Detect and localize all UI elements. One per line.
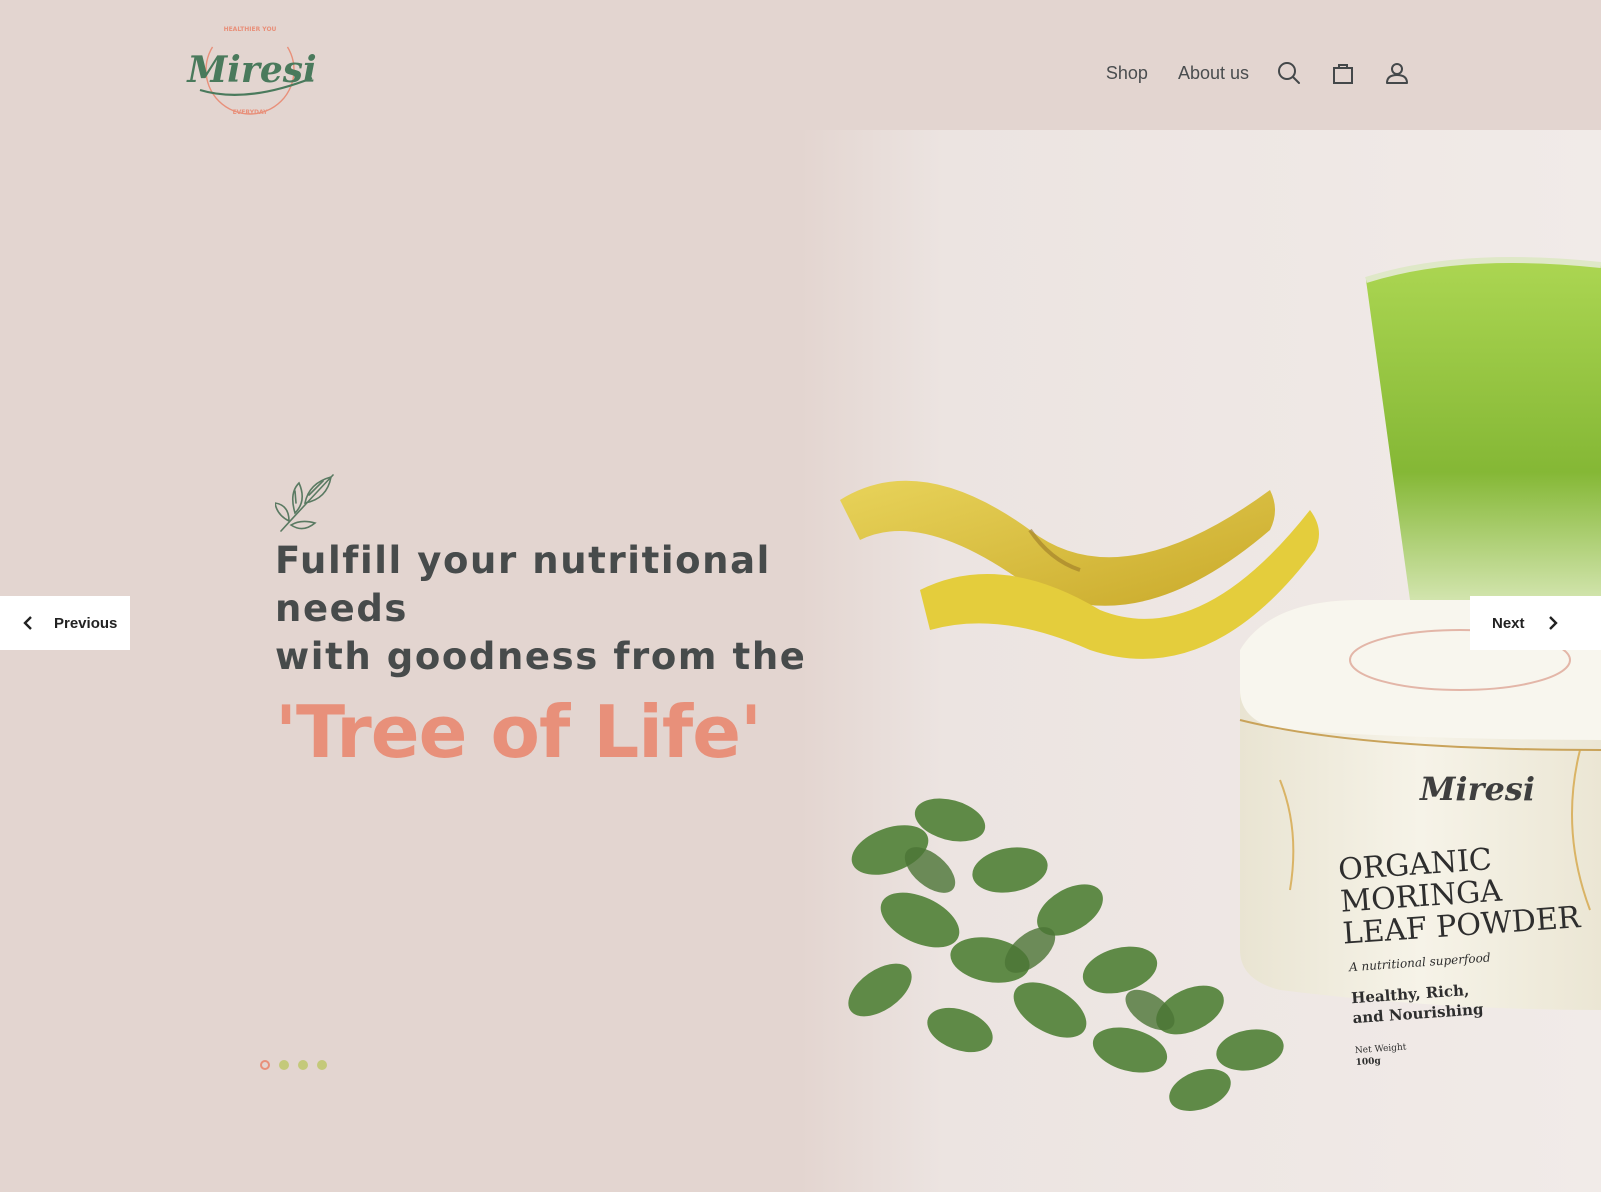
carousel-dot-1[interactable] xyxy=(260,1060,270,1070)
chevron-right-icon xyxy=(1548,616,1558,630)
carousel-dot-4[interactable] xyxy=(317,1060,327,1070)
carousel-dots xyxy=(260,1060,336,1070)
tin-label-weight-value: 100g xyxy=(1355,1056,1381,1068)
logo-wordmark: Miresi xyxy=(186,49,317,91)
tin-brand-text: Miresi xyxy=(1419,770,1535,808)
next-slide-button[interactable]: Next xyxy=(1470,596,1601,650)
search-icon[interactable] xyxy=(1275,59,1303,87)
carousel-dot-2[interactable] xyxy=(279,1060,289,1070)
next-label: Next xyxy=(1492,614,1525,632)
carousel-dot-3[interactable] xyxy=(298,1060,308,1070)
hero-product-image: Miresi ORGANIC MORINGA LEAF POWDER A nut… xyxy=(800,130,1601,1192)
hero-highlight: 'Tree of Life' xyxy=(275,690,762,774)
site-header: HEALTHIER YOU EVERYDAY Miresi Shop About… xyxy=(0,0,1601,150)
hero-headline-line2: with goodness from the xyxy=(275,635,807,678)
leaf-icon xyxy=(275,474,334,532)
main-nav: Shop About us xyxy=(1106,55,1411,91)
cart-icon[interactable] xyxy=(1329,59,1357,87)
previous-label: Previous xyxy=(54,614,118,632)
hero-text-block: Fulfill your nutritional needs with good… xyxy=(275,473,895,777)
nav-shop-link[interactable]: Shop xyxy=(1106,63,1148,84)
brand-logo[interactable]: HEALTHIER YOU EVERYDAY Miresi xyxy=(186,20,318,120)
nav-about-link[interactable]: About us xyxy=(1178,63,1249,84)
chevron-left-icon xyxy=(23,616,32,630)
hero-headline: Fulfill your nutritional needs with good… xyxy=(275,537,895,681)
hero-headline-line1: Fulfill your nutritional needs xyxy=(275,539,771,630)
account-icon[interactable] xyxy=(1383,59,1411,87)
previous-slide-button[interactable]: Previous xyxy=(0,596,130,650)
logo-tagline-bottom: EVERYDAY xyxy=(233,109,269,116)
logo-tagline-top: HEALTHIER YOU xyxy=(224,26,277,33)
